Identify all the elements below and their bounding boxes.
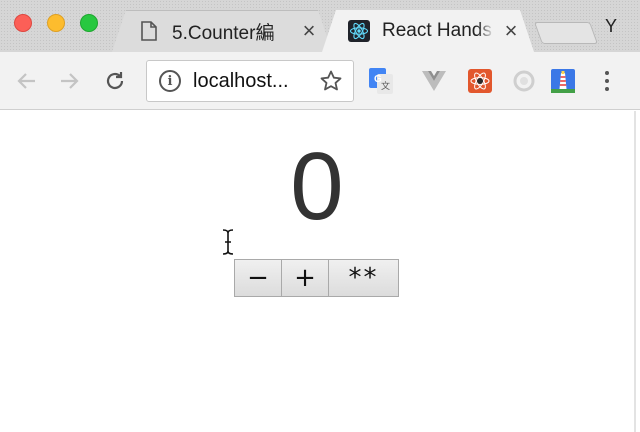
browser-toolbar: i localhost... G文 [0, 52, 640, 110]
text-cursor-icon [221, 229, 235, 260]
counter-value: 0 [290, 133, 344, 240]
decrement-button[interactable]: − [234, 259, 282, 297]
close-tab-icon[interactable]: × [502, 20, 520, 42]
info-icon[interactable]: i [159, 70, 181, 92]
document-icon [138, 20, 160, 42]
counter-display: 0 [0, 135, 636, 239]
bookmark-star-icon[interactable] [319, 69, 343, 98]
tab-title: React Hands [382, 20, 492, 41]
tab-react-handson[interactable]: React Hands × [322, 10, 534, 52]
increment-button[interactable]: + [281, 259, 329, 297]
zoom-window-button[interactable] [80, 14, 98, 32]
arrow-right-icon [61, 73, 79, 89]
reload-icon [106, 72, 124, 90]
tab-counter[interactable]: 5.Counter編 × [112, 10, 332, 52]
back-button[interactable] [12, 66, 42, 96]
react-bug-icon[interactable] [467, 68, 493, 94]
lighthouse-icon[interactable] [550, 68, 576, 94]
tab-title: 5.Counter編 [172, 22, 275, 44]
address-bar[interactable]: i localhost... [146, 60, 354, 102]
reload-button[interactable] [100, 66, 130, 96]
browser-menu-icon[interactable] [597, 69, 617, 93]
react-icon [348, 20, 370, 42]
svg-text:文: 文 [381, 80, 390, 92]
close-tab-icon[interactable]: × [300, 20, 318, 42]
extension-circle-icon[interactable] [511, 68, 537, 94]
title-bar: 5.Counter編 × React Hands × Y [0, 0, 640, 52]
google-translate-icon[interactable]: G文 [368, 68, 394, 94]
double-button[interactable]: ** [328, 259, 399, 297]
minimize-window-button[interactable] [47, 14, 65, 32]
profile-button[interactable]: Y [605, 16, 617, 37]
address-url: localhost... [193, 69, 289, 92]
arrow-left-icon [17, 73, 35, 89]
page-viewport: 0 − + ** [0, 111, 636, 432]
vue-devtools-icon[interactable] [421, 68, 447, 94]
forward-button[interactable] [54, 66, 84, 96]
close-window-button[interactable] [14, 14, 32, 32]
counter-buttons: − + ** [234, 259, 399, 297]
new-tab-button[interactable] [533, 22, 599, 44]
